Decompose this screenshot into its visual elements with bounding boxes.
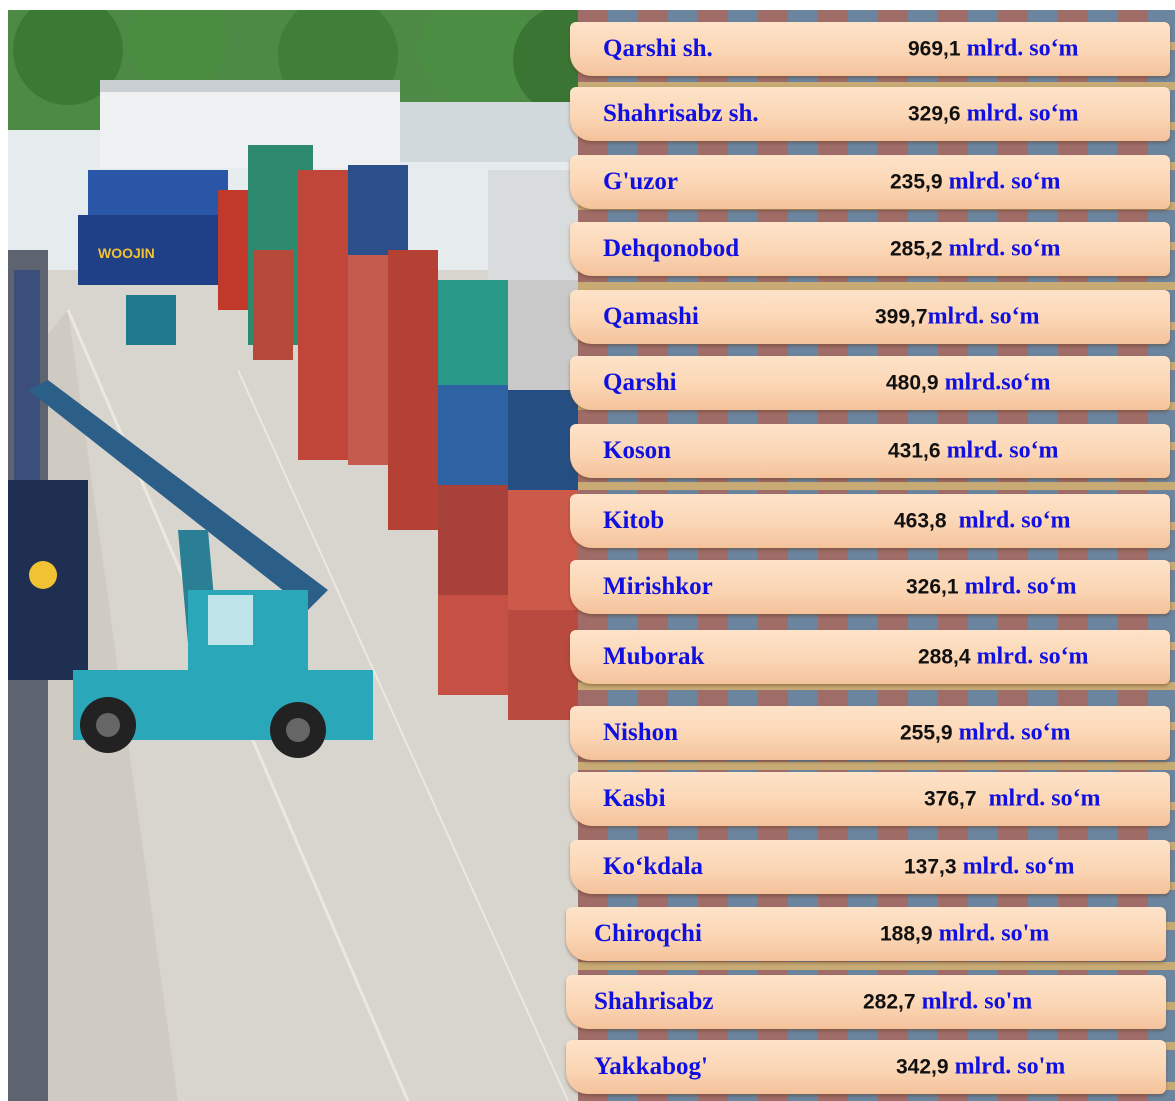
district-value: 282,7 mlrd. so'm bbox=[863, 989, 1032, 1016]
district-name: Qarshi bbox=[603, 369, 677, 396]
district-value: 969,1 mlrd. so‘m bbox=[908, 36, 1079, 63]
district-name: Dehqonobod bbox=[603, 235, 740, 262]
value-unit: mlrd. so‘m bbox=[927, 303, 1040, 330]
value-unit: mlrd. so'm bbox=[948, 1053, 1066, 1080]
value-number: 326,1 bbox=[906, 575, 959, 599]
district-value: 463,8 mlrd. so‘m bbox=[894, 508, 1071, 535]
value-number: 463,8 bbox=[894, 509, 947, 533]
svg-text:WOOJIN: WOOJIN bbox=[98, 245, 155, 261]
district-name: Muborak bbox=[603, 643, 705, 670]
district-value: 288,4 mlrd. so‘m bbox=[918, 644, 1089, 671]
district-value: 235,9 mlrd. so‘m bbox=[890, 169, 1061, 196]
district-row: Kasbi 376,7 mlrd. so‘m bbox=[570, 772, 1170, 826]
value-number: 137,3 bbox=[904, 855, 957, 879]
value-unit: mlrd. so'm bbox=[932, 920, 1050, 947]
district-value: 326,1 mlrd. so‘m bbox=[906, 574, 1077, 601]
value-unit: mlrd. so‘m bbox=[942, 235, 1061, 262]
district-value: 329,6 mlrd. so‘m bbox=[908, 101, 1079, 128]
value-number: 288,4 bbox=[918, 645, 971, 669]
district-name: Ko‘kdala bbox=[603, 853, 704, 880]
district-row: Koson 431,6 mlrd. so‘m bbox=[570, 424, 1170, 478]
value-number: 376,7 bbox=[924, 787, 977, 811]
value-number: 329,6 bbox=[908, 102, 961, 126]
district-value: 376,7 mlrd. so‘m bbox=[924, 786, 1101, 813]
value-unit: mlrd. so‘m bbox=[942, 168, 1061, 195]
value-number: 480,9 bbox=[886, 371, 939, 395]
district-name: Yakkabog' bbox=[594, 1053, 708, 1080]
value-unit: mlrd. so‘m bbox=[960, 35, 1079, 62]
district-name: Mirishkor bbox=[603, 573, 713, 600]
value-unit: mlrd. so‘m bbox=[958, 573, 1077, 600]
district-row: G'uzor 235,9 mlrd. so‘m bbox=[570, 155, 1170, 209]
district-name: Chiroqchi bbox=[594, 920, 702, 947]
value-number: 282,7 bbox=[863, 990, 916, 1014]
district-name: Shahrisabz sh. bbox=[603, 100, 759, 127]
district-name: Qarshi sh. bbox=[603, 35, 713, 62]
district-row: Mirishkor 326,1 mlrd. so‘m bbox=[570, 560, 1170, 614]
district-value: 255,9 mlrd. so‘m bbox=[900, 720, 1071, 747]
district-row: Qarshi sh. 969,1 mlrd. so‘m bbox=[570, 22, 1170, 76]
district-value: 399,7mlrd. so‘m bbox=[875, 304, 1040, 331]
district-row: Shahrisabz sh. 329,6 mlrd. so‘m bbox=[570, 87, 1170, 141]
value-unit: mlrd. so'm bbox=[915, 988, 1033, 1015]
district-value: 342,9 mlrd. so'm bbox=[896, 1054, 1065, 1081]
district-name: Shahrisabz bbox=[594, 988, 714, 1015]
value-number: 285,2 bbox=[890, 237, 943, 261]
district-name: Koson bbox=[603, 437, 672, 464]
district-value: 480,9 mlrd.so‘m bbox=[886, 370, 1051, 397]
district-value: 188,9 mlrd. so'm bbox=[880, 921, 1049, 948]
value-unit: mlrd. so‘m bbox=[952, 719, 1071, 746]
district-name: Kitob bbox=[603, 507, 665, 534]
district-row: Ko‘kdala 137,3 mlrd. so‘m bbox=[570, 840, 1170, 894]
value-number: 255,9 bbox=[900, 721, 953, 745]
district-name: Kasbi bbox=[603, 785, 666, 812]
value-unit: mlrd. so‘m bbox=[976, 785, 1101, 812]
value-number: 399,7 bbox=[875, 305, 928, 329]
value-number: 235,9 bbox=[890, 170, 943, 194]
district-name: Qamashi bbox=[603, 303, 699, 330]
value-number: 431,6 bbox=[888, 439, 941, 463]
value-unit: mlrd. so‘m bbox=[956, 853, 1075, 880]
value-unit: mlrd. so‘m bbox=[960, 100, 1079, 127]
district-row: Yakkabog' 342,9 mlrd. so'm bbox=[566, 1040, 1166, 1094]
value-number: 969,1 bbox=[908, 37, 961, 61]
district-name: Nishon bbox=[603, 719, 679, 746]
district-row: Muborak 288,4 mlrd. so‘m bbox=[570, 630, 1170, 684]
district-row: Shahrisabz 282,7 mlrd. so'm bbox=[566, 975, 1166, 1029]
value-unit: mlrd.so‘m bbox=[938, 369, 1051, 396]
value-number: 342,9 bbox=[896, 1055, 949, 1079]
district-value: 431,6 mlrd. so‘m bbox=[888, 438, 1059, 465]
value-number: 188,9 bbox=[880, 922, 933, 946]
value-unit: mlrd. so‘m bbox=[970, 643, 1089, 670]
district-row: Qarshi 480,9 mlrd.so‘m bbox=[570, 356, 1170, 410]
value-unit: mlrd. so‘m bbox=[946, 507, 1071, 534]
district-row: Nishon 255,9 mlrd. so‘m bbox=[570, 706, 1170, 760]
district-value: 137,3 mlrd. so‘m bbox=[904, 854, 1075, 881]
district-row: Kitob 463,8 mlrd. so‘m bbox=[570, 494, 1170, 548]
district-row: Qamashi 399,7mlrd. so‘m bbox=[570, 290, 1170, 344]
district-value: 285,2 mlrd. so‘m bbox=[890, 236, 1061, 263]
district-row: Chiroqchi 188,9 mlrd. so'm bbox=[566, 907, 1166, 961]
district-row: Dehqonobod 285,2 mlrd. so‘m bbox=[570, 222, 1170, 276]
district-name: G'uzor bbox=[603, 168, 678, 195]
value-unit: mlrd. so‘m bbox=[940, 437, 1059, 464]
